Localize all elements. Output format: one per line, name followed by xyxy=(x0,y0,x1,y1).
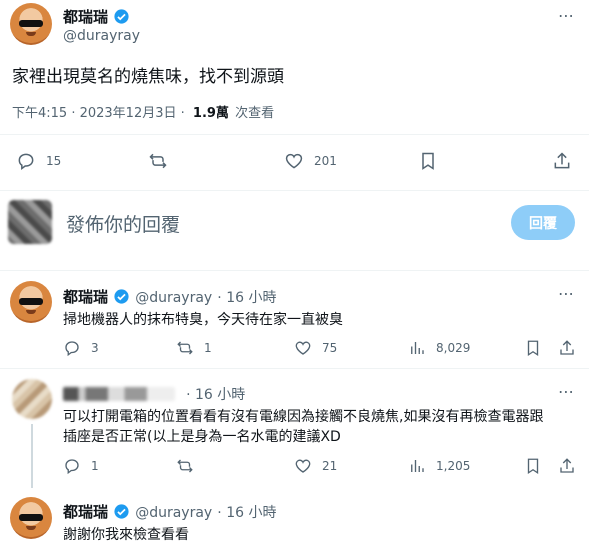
like-button[interactable]: 75 xyxy=(294,339,337,357)
bookmark-button[interactable] xyxy=(418,151,438,171)
divider xyxy=(0,270,589,271)
avatar-mouth xyxy=(25,525,37,530)
reply-avatar[interactable] xyxy=(10,497,52,539)
heart-icon xyxy=(295,341,311,355)
reply-avatar[interactable] xyxy=(12,379,52,419)
reply-submit-button[interactable]: 回覆 xyxy=(511,205,575,240)
share-button[interactable] xyxy=(558,339,576,357)
views-label: 次查看 xyxy=(235,106,275,121)
share-button[interactable] xyxy=(552,151,572,171)
reply-icon xyxy=(65,459,79,475)
reply-text-line: 插座是否正常(以上是身為一名水電的建議XD xyxy=(63,429,341,445)
author-name[interactable]: 都瑞瑞 xyxy=(63,8,108,26)
views-count: 1,205 xyxy=(436,459,471,473)
share-icon xyxy=(560,458,574,473)
reply-text: 謝謝你我來檢查看看 xyxy=(63,527,189,543)
reply-avatar[interactable] xyxy=(10,281,52,323)
tweet-meta: 下午4:15 · 2023年12月3日 · 1.9萬 次查看 xyxy=(12,102,274,121)
reply-time[interactable]: · 16 小時 xyxy=(217,505,276,521)
views-button[interactable]: 1,205 xyxy=(408,457,470,475)
like-button[interactable]: 201 xyxy=(284,151,337,171)
verified-badge-icon xyxy=(114,504,129,519)
main-tweet-author[interactable]: 都瑞瑞 xyxy=(63,6,130,27)
reply-button[interactable]: 1 xyxy=(63,457,99,475)
bookmark-button[interactable] xyxy=(524,339,542,357)
views-button[interactable]: 8,029 xyxy=(408,339,470,357)
share-icon xyxy=(554,152,570,169)
reply-time[interactable]: · 16 小時 xyxy=(217,290,276,306)
like-button[interactable]: 21 xyxy=(294,457,337,475)
heart-icon xyxy=(295,459,311,473)
bookmark-icon xyxy=(527,340,539,357)
views-count: 8,029 xyxy=(436,341,471,355)
reply-author-handle[interactable]: @durayray xyxy=(135,290,212,306)
like-count: 21 xyxy=(322,459,338,473)
bookmark-icon xyxy=(527,458,539,475)
composer-avatar xyxy=(8,200,52,244)
reply-header: 都瑞瑞 @durayray · 16 小時 xyxy=(63,286,276,307)
divider xyxy=(0,368,589,369)
analytics-icon xyxy=(411,342,424,354)
retweet-icon xyxy=(177,341,193,355)
reply-author-handle[interactable]: @durayray xyxy=(135,505,212,521)
avatar-mouth xyxy=(25,309,37,314)
share-button[interactable] xyxy=(558,457,576,475)
reply-icon xyxy=(18,153,34,170)
reply-count: 1 xyxy=(91,459,99,473)
reply-count: 15 xyxy=(46,154,62,168)
divider xyxy=(0,134,589,135)
reply-author-name[interactable]: 都瑞瑞 xyxy=(63,503,108,521)
retweet-icon xyxy=(149,153,167,169)
reply-header: · 16 小時 xyxy=(63,384,245,404)
reply-count: 3 xyxy=(91,341,99,355)
main-tweet-text: 家裡出現莫名的燒焦味，找不到源頭 xyxy=(12,67,284,87)
blurred-author-name[interactable] xyxy=(63,387,175,401)
more-options-icon[interactable]: ⋯ xyxy=(558,284,575,303)
like-count: 201 xyxy=(314,154,337,168)
avatar-glasses xyxy=(19,513,43,521)
share-icon xyxy=(560,340,574,355)
reply-text-line: 可以打開電箱的位置看看有沒有電線因為接觸不良燒焦,如果沒有再檢查電器跟 xyxy=(63,409,544,425)
reply-time[interactable]: · 16 小時 xyxy=(186,387,245,403)
retweet-icon xyxy=(177,459,193,473)
bookmark-icon xyxy=(422,152,434,170)
verified-badge-icon xyxy=(114,289,129,304)
avatar-mouth xyxy=(25,31,37,36)
thread-line xyxy=(31,424,33,488)
reply-button[interactable]: 3 xyxy=(63,339,99,357)
reply-composer-input[interactable]: 發佈你的回覆 xyxy=(66,210,180,237)
verified-badge-icon xyxy=(114,9,129,24)
author-handle[interactable]: @durayray xyxy=(63,28,140,44)
retweet-button[interactable]: 1 xyxy=(176,339,212,357)
reply-icon xyxy=(65,341,79,357)
retweet-count: 1 xyxy=(204,341,212,355)
retweet-button[interactable] xyxy=(176,457,194,475)
heart-icon xyxy=(285,153,303,169)
retweet-button[interactable] xyxy=(148,151,168,171)
avatar-glasses xyxy=(19,297,43,305)
divider xyxy=(0,190,589,191)
reply-text: 可以打開電箱的位置看看有沒有電線因為接觸不良燒焦,如果沒有再檢查電器跟 插座是否… xyxy=(63,407,583,447)
reply-text: 掃地機器人的抹布特臭，今天待在家一直被臭 xyxy=(63,312,343,328)
main-tweet-avatar[interactable] xyxy=(10,3,52,45)
views-count: 1.9萬 xyxy=(192,106,229,121)
more-options-icon[interactable]: ⋯ xyxy=(558,382,575,401)
reply-author-name[interactable]: 都瑞瑞 xyxy=(63,288,108,306)
like-count: 75 xyxy=(322,341,338,355)
reply-button[interactable]: 15 xyxy=(16,151,61,171)
bookmark-button[interactable] xyxy=(524,457,542,475)
reply-submit-label: 回覆 xyxy=(529,215,557,232)
reply-header: 都瑞瑞 @durayray · 16 小時 xyxy=(63,501,276,522)
timestamp-link[interactable]: 下午4:15 · 2023年12月3日 · xyxy=(12,106,185,121)
more-options-icon[interactable]: ⋯ xyxy=(558,6,575,25)
avatar-glasses xyxy=(19,19,43,27)
analytics-icon xyxy=(411,460,424,472)
